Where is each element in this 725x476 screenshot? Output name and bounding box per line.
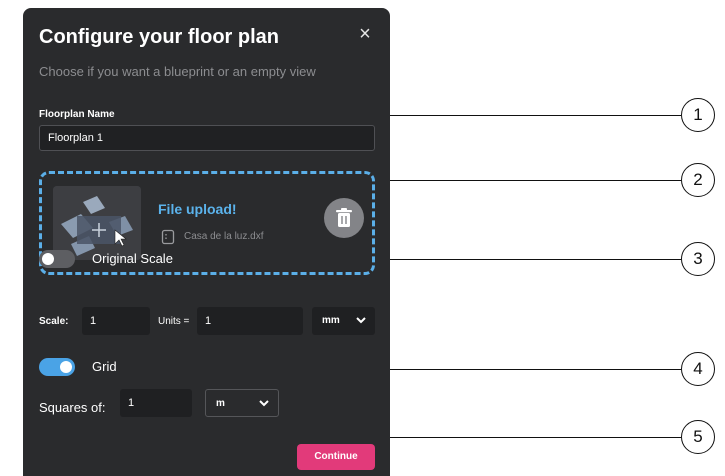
grid-unit-value: m [216, 398, 225, 409]
callout-line-1 [390, 115, 681, 116]
units-input[interactable] [197, 307, 303, 335]
scale-label: Scale: [39, 316, 69, 327]
grid-toggle[interactable] [39, 358, 75, 376]
scale-input[interactable] [82, 307, 150, 335]
chevron-down-icon [356, 317, 366, 324]
file-icon [160, 229, 176, 245]
chevron-down-icon [259, 400, 269, 407]
callout-number: 5 [681, 420, 715, 454]
upload-status-title: File upload! [158, 201, 237, 217]
callout-line-2 [390, 180, 681, 181]
floorplan-thumbnail [53, 186, 141, 260]
callout-line-3 [390, 259, 681, 260]
callout-number: 4 [681, 352, 715, 386]
toggle-knob [60, 361, 72, 373]
callout-number: 2 [681, 163, 715, 197]
delete-file-button[interactable] [324, 198, 364, 238]
squares-input[interactable] [120, 389, 192, 417]
grid-label: Grid [92, 359, 117, 374]
callout-line-5 [390, 437, 681, 438]
dialog-subtitle: Choose if you want a blueprint or an emp… [39, 64, 316, 79]
original-scale-toggle[interactable] [39, 250, 75, 268]
dialog-title: Configure your floor plan [39, 26, 279, 48]
close-icon[interactable]: × [354, 23, 376, 45]
file-upload-area[interactable]: File upload! Casa de la luz.dxf [39, 171, 375, 275]
trash-icon [336, 208, 352, 227]
toggle-knob [42, 253, 54, 265]
callout-line-4 [390, 369, 681, 370]
scale-unit-value: mm [322, 315, 340, 326]
uploaded-file-name: Casa de la luz.dxf [184, 231, 264, 242]
units-label: Units = [158, 316, 190, 327]
configure-floorplan-dialog: Configure your floor plan × Choose if yo… [23, 8, 390, 476]
scale-unit-select[interactable]: mm [312, 307, 375, 335]
squares-of-label: Squares of: [39, 400, 106, 415]
floorplan-name-input[interactable] [39, 125, 375, 151]
callout-number: 3 [681, 242, 715, 276]
grid-unit-select[interactable]: m [205, 389, 279, 417]
continue-button[interactable]: Continue [297, 444, 375, 470]
original-scale-label: Original Scale [92, 251, 173, 266]
floorplan-name-label: Floorplan Name [39, 109, 115, 120]
callout-number: 1 [681, 98, 715, 132]
